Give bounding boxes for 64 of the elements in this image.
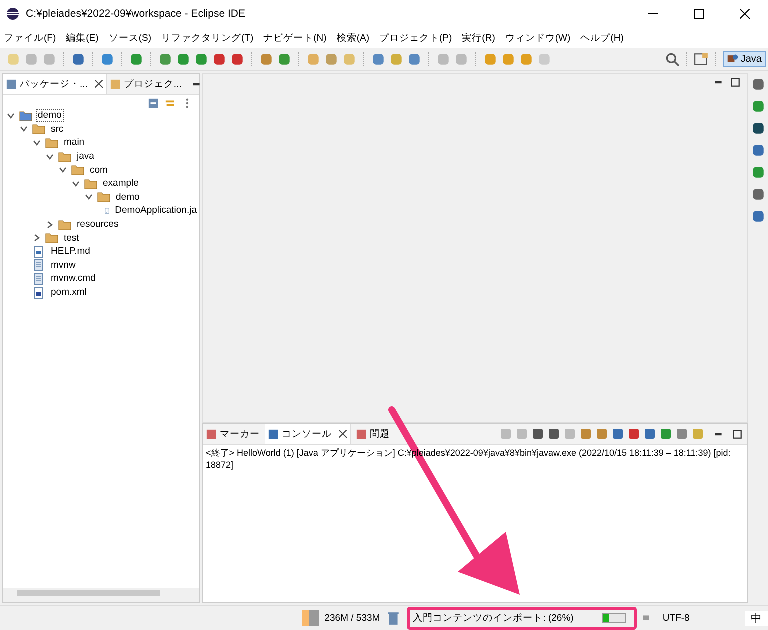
tree-item[interactable]: example <box>101 177 141 190</box>
menu-item[interactable]: ウィンドウ(W) <box>505 32 571 44</box>
link-icon[interactable] <box>165 98 176 109</box>
view-tab[interactable]: マーカー <box>203 424 263 444</box>
markdown-file-icon <box>32 246 46 258</box>
java-perspective-button[interactable]: Java <box>722 51 766 67</box>
menu-item[interactable]: ナビゲート(N) <box>264 32 327 44</box>
tree-item[interactable]: java <box>75 150 96 164</box>
tree-item[interactable]: HELP.md <box>49 245 92 258</box>
tree-item[interactable]: resources <box>75 218 121 232</box>
tree-item[interactable]: demo <box>114 190 142 204</box>
tab-label: 問題 <box>370 428 390 440</box>
text-file-icon <box>32 272 46 285</box>
chevron-down-icon[interactable] <box>72 180 80 188</box>
encoding-status: UTF-8 <box>662 612 691 624</box>
tree-item[interactable]: mvnw.cmd <box>49 272 98 286</box>
chevron-down-icon[interactable] <box>59 166 67 174</box>
view-tab[interactable]: パッケージ・... <box>3 74 107 94</box>
menu-item[interactable]: ソース(S) <box>108 32 152 44</box>
maximize-icon[interactable] <box>694 9 704 19</box>
tree-item[interactable]: main <box>62 136 87 150</box>
menu-item[interactable]: プロジェクト(P) <box>380 32 452 44</box>
horizontal-scrollbar[interactable] <box>3 588 199 602</box>
tree-item[interactable]: test <box>62 232 82 245</box>
chevron-down-icon[interactable] <box>7 112 15 120</box>
view-tab[interactable]: プロジェク... <box>106 74 185 94</box>
maven-file-icon <box>32 286 46 299</box>
menu-item[interactable]: 実行(R) <box>462 32 496 44</box>
chevron-down-icon[interactable] <box>85 193 93 202</box>
menu-item[interactable]: ファイル(F) <box>4 32 56 44</box>
tree-item[interactable]: demo <box>36 109 64 122</box>
tab-label: コンソール <box>282 428 332 440</box>
search-icon[interactable] <box>664 52 680 66</box>
tree-item[interactable]: pom.xml <box>49 286 89 300</box>
tab-label: マーカー <box>220 428 260 440</box>
chevron-down-icon[interactable] <box>20 125 28 134</box>
chevron-right-icon[interactable] <box>46 220 54 229</box>
view-tab[interactable]: コンソール <box>265 424 351 444</box>
menu-item[interactable]: 検索(A) <box>336 32 370 44</box>
open-perspective-icon[interactable] <box>694 52 709 66</box>
trash-icon[interactable] <box>386 610 402 626</box>
text-file-icon <box>32 259 46 272</box>
tab-label: プロジェク... <box>124 78 182 90</box>
heap-status: 236M / 533M <box>324 612 380 624</box>
tab-label: パッケージ・... <box>20 78 88 90</box>
chevron-down-icon[interactable] <box>46 152 54 161</box>
tree-item[interactable]: DemoApplication.ja <box>113 204 199 218</box>
menu-item[interactable]: リファクタリング(T) <box>161 32 254 44</box>
window-title: C:¥pleiades¥2022-09¥workspace - Eclipse IDE <box>26 8 246 20</box>
menu-item[interactable]: ヘルプ(H) <box>580 32 624 44</box>
maximize-icon[interactable] <box>730 77 741 88</box>
eclipse-logo-icon <box>6 7 20 21</box>
chevron-right-icon[interactable] <box>33 234 41 242</box>
chevron-down-icon[interactable] <box>33 138 41 147</box>
view-tab[interactable]: 問題 <box>353 424 393 444</box>
maximize-icon[interactable] <box>732 428 743 440</box>
ime-indicator[interactable]: 中 <box>745 610 768 626</box>
menu-item[interactable]: 編集(E) <box>66 32 99 44</box>
java-perspective-icon <box>726 53 739 65</box>
tree-item[interactable]: com <box>88 164 110 177</box>
collapse-all-icon[interactable] <box>148 98 159 109</box>
progress-label: 入門コンテンツのインポート: (26%) <box>413 612 574 624</box>
tree-item[interactable]: src <box>49 122 66 136</box>
tree-item[interactable]: mvnw <box>49 258 78 272</box>
